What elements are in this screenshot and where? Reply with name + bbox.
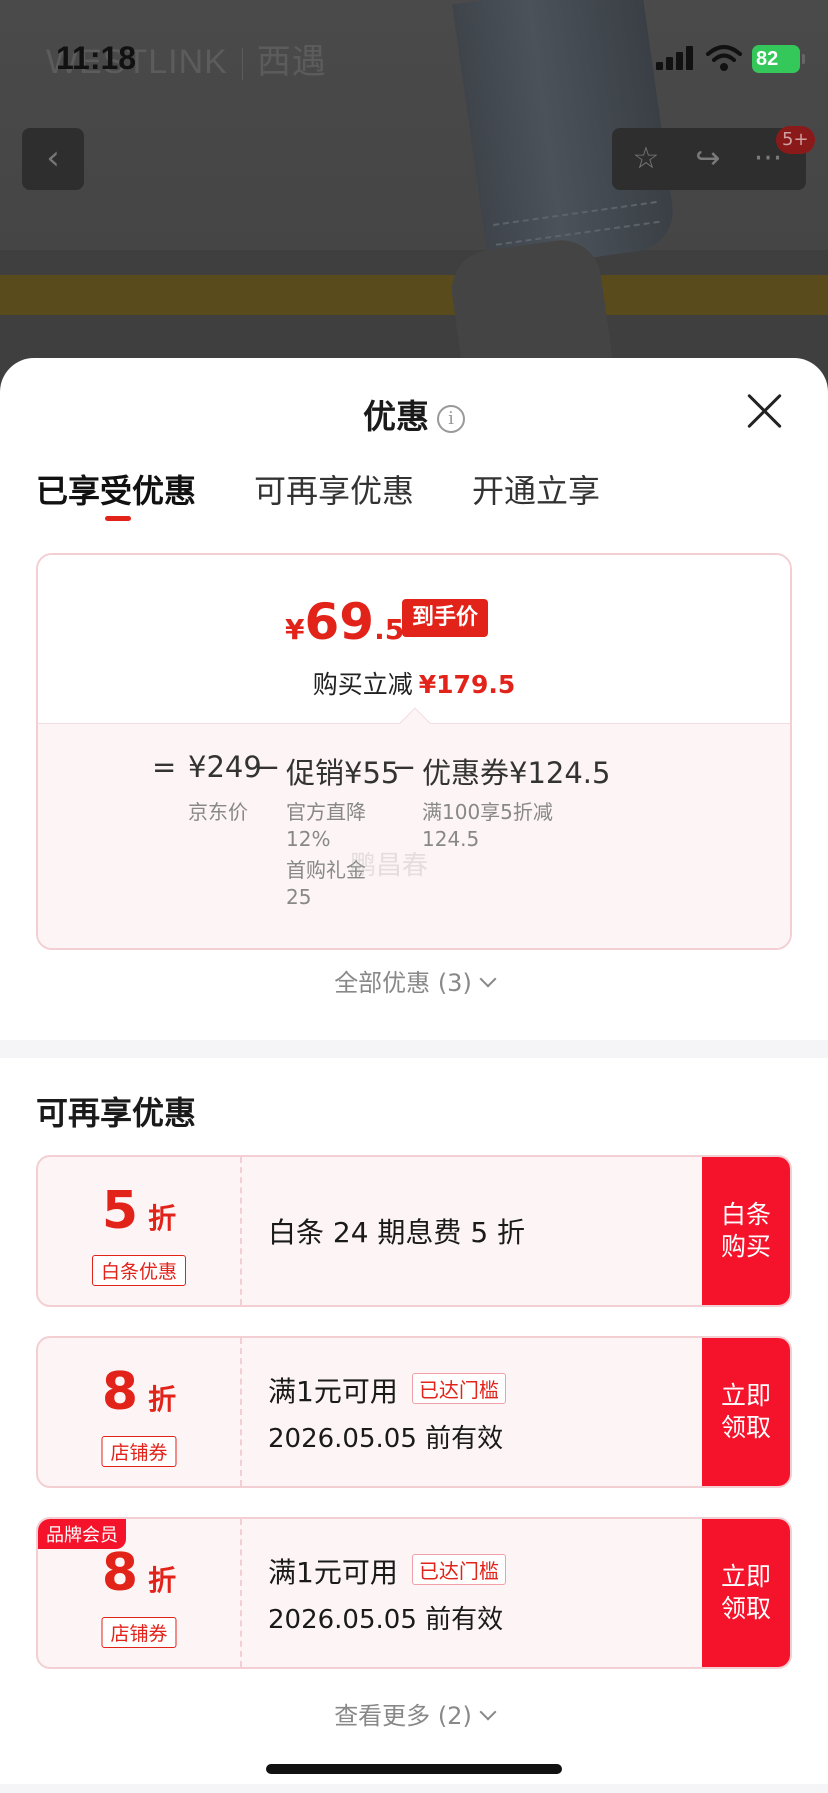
coupon-type-tag: 店铺券 <box>101 1436 177 1467</box>
info-icon[interactable]: i <box>437 405 465 433</box>
chevron-down-icon <box>479 970 497 988</box>
back-button[interactable]: ‹ <box>22 128 84 190</box>
coupon-value: 8折 <box>101 1543 177 1603</box>
promo-detail-name: 官方直降 <box>286 800 366 824</box>
coupon-expiry: 2026.05.05 前有效 <box>268 1424 504 1454</box>
coupon-card: 品牌会员 8折 店铺券 满1元可用 已达门槛 2026.05.05 前有效 立即领… <box>36 1517 792 1669</box>
coupon-description: 满1元可用 已达门槛 <box>268 1370 506 1410</box>
base-price-label: 京东价 <box>188 800 248 824</box>
view-more-toggle[interactable]: 查看更多 (2) <box>0 1696 828 1731</box>
all-offers-toggle[interactable]: 全部优惠 (3) <box>0 963 828 998</box>
total-savings: 购买立减 ¥179.5 <box>312 670 516 699</box>
coupon-detail-name: 满100享5折减 <box>422 800 553 824</box>
threshold-badge: 已达门槛 <box>411 1554 506 1585</box>
status-time: 11:18 <box>56 40 137 76</box>
formula-minus: − <box>256 750 281 784</box>
section-title: 可再享优惠 <box>36 1094 197 1132</box>
share-icon[interactable]: ↪ <box>688 140 728 180</box>
message-badge: 5+ <box>776 126 815 154</box>
watermark: 鹏昌春 <box>350 851 429 881</box>
tab-enjoyed[interactable]: 已享受优惠 <box>36 466 196 512</box>
coupon-card: 8折 店铺券 满1元可用 已达门槛 2026.05.05 前有效 立即 领取 <box>36 1336 792 1488</box>
claim-coupon-button[interactable]: 立即 领取 <box>702 1338 790 1486</box>
claim-coupon-button[interactable]: 立即 领取 <box>702 1519 790 1667</box>
promo-detail-value: 25 <box>286 885 312 909</box>
formula-coupon: 优惠券¥124.5 <box>422 756 611 790</box>
formula-base-price: ¥249 <box>188 750 262 784</box>
sheet-title: 优惠 i <box>0 390 828 438</box>
final-price-tag: 到手价 <box>402 599 489 637</box>
section-divider <box>0 1040 828 1058</box>
active-tab-indicator <box>105 516 131 521</box>
discount-sheet: 优惠 i 已享受优惠 可再享优惠 开通立享 ¥69.5 到手价 购买立减 ¥179.… <box>0 358 828 1793</box>
formula-promo: 促销¥55 <box>286 756 400 790</box>
baitiao-buy-button[interactable]: 白条 购买 <box>702 1157 790 1305</box>
coupon-description: 满1元可用 已达门槛 <box>268 1551 506 1591</box>
coupon-value: 8折 <box>101 1362 177 1422</box>
close-button[interactable] <box>746 392 784 430</box>
enjoyed-summary-card: ¥69.5 到手价 购买立减 ¥179.5 = ¥249 − 促销¥55 − 优惠… <box>36 553 792 950</box>
wifi-icon <box>706 45 742 71</box>
battery-indicator: 82 <box>752 45 805 73</box>
home-indicator[interactable] <box>266 1764 562 1774</box>
photo-step <box>0 275 828 315</box>
coupon-expiry: 2026.05.05 前有效 <box>268 1605 504 1635</box>
coupon-description: 白条 24 期息费 5 折 <box>268 1216 526 1249</box>
chevron-down-icon <box>479 1703 497 1721</box>
final-price: ¥69.5 <box>285 593 405 651</box>
coupon-detail-value: 124.5 <box>422 827 480 851</box>
coupon-type-tag: 白条优惠 <box>91 1255 187 1286</box>
promo-detail-value: 12% <box>286 827 331 851</box>
coupon-type-tag: 店铺券 <box>101 1617 177 1648</box>
tab-activate[interactable]: 开通立享 <box>472 466 600 512</box>
coupon-card: 5折 白条优惠 白条 24 期息费 5 折 白条 购买 <box>36 1155 792 1307</box>
formula-equals: = <box>152 750 177 784</box>
signal-icon <box>656 46 696 70</box>
threshold-badge: 已达门槛 <box>411 1373 506 1404</box>
back-icon: ‹ <box>46 138 60 178</box>
coupon-value: 5折 <box>101 1181 177 1241</box>
star-icon[interactable]: ☆ <box>626 140 666 180</box>
tab-more-available[interactable]: 可再享优惠 <box>254 466 414 512</box>
formula-minus: − <box>392 750 417 784</box>
